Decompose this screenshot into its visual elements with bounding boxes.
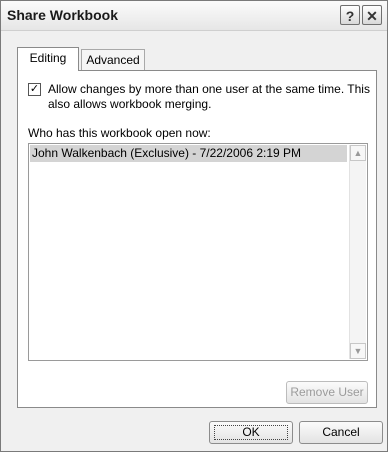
- list-item[interactable]: John Walkenbach (Exclusive) - 7/22/2006 …: [30, 145, 347, 162]
- dialog-title: Share Workbook: [7, 7, 118, 23]
- remove-user-button[interactable]: Remove User: [286, 381, 368, 404]
- allow-changes-checkbox[interactable]: ✓: [28, 83, 41, 96]
- editing-panel: ✓ Allow changes by more than one user at…: [17, 70, 377, 408]
- allow-changes-label[interactable]: Allow changes by more than one user at t…: [48, 82, 370, 112]
- tab-editing[interactable]: Editing: [17, 47, 79, 71]
- title-bar: Share Workbook ? ✕: [1, 1, 387, 31]
- cancel-button[interactable]: Cancel: [299, 421, 383, 444]
- scroll-down-button[interactable]: ▼: [350, 343, 366, 359]
- help-button[interactable]: ?: [340, 5, 360, 25]
- open-users-list[interactable]: John Walkenbach (Exclusive) - 7/22/2006 …: [28, 143, 368, 361]
- share-workbook-dialog: Share Workbook ? ✕ Editing Advanced ✓ Al…: [0, 0, 388, 452]
- scroll-up-button[interactable]: ▲: [350, 145, 366, 161]
- focus-ring: [214, 425, 288, 440]
- close-button[interactable]: ✕: [362, 5, 382, 25]
- who-has-open-label: Who has this workbook open now:: [28, 126, 211, 140]
- list-scrollbar[interactable]: ▲ ▼: [349, 145, 366, 359]
- ok-button[interactable]: OK: [209, 421, 293, 444]
- tab-advanced[interactable]: Advanced: [81, 49, 145, 71]
